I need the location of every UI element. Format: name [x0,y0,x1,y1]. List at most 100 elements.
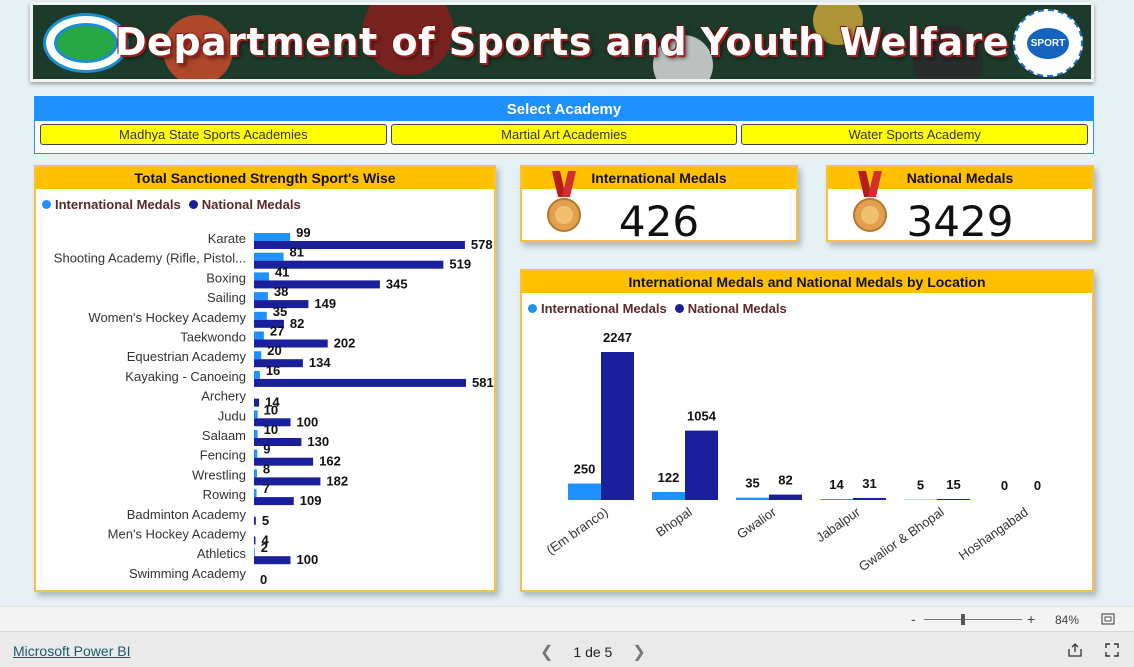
legend-label-international: International Medals [541,301,667,316]
academy-slicer: Select Academy Madhya State Sports Acade… [34,96,1094,154]
category-label: Badminton Academy [127,507,247,522]
data-label-international: 122 [658,470,680,485]
zoom-in-button[interactable]: + [1027,611,1035,627]
bar-national [254,241,465,249]
legend-dot-national [674,304,684,313]
category-label: Wrestling [192,467,246,482]
academy-slicer-title: Select Academy [35,97,1093,121]
data-label-national: 82 [778,473,792,488]
data-label-national: 162 [319,454,341,469]
data-label-international: 10 [264,422,278,437]
data-label-national: 519 [449,257,471,272]
legend-dot-international [528,304,537,313]
data-label-international: 20 [267,343,281,358]
zoom-slider-handle[interactable] [961,614,965,625]
page-navigation: ❮ 1 de 5 ❯ [540,642,646,662]
data-label-national: 182 [326,473,348,488]
academy-button-water-sports[interactable]: Water Sports Academy [741,124,1089,145]
data-label-international: 0 [1001,478,1008,493]
data-label-national: 0 [1034,478,1041,493]
previous-page-icon[interactable]: ❮ [540,642,553,662]
bar-national [601,352,634,500]
location-column-chart: 250 2247 (Em branco) 122 1054 Bhopal 35 82 Gwali… [544,330,1042,574]
bar-international [254,272,269,281]
data-label-national: 345 [386,276,408,291]
bar-international [254,311,267,320]
page-indicator: 1 de 5 [573,644,613,660]
data-label-international: 16 [266,363,280,378]
bar-international [254,351,262,360]
category-label: Salaam [202,428,246,443]
power-bi-link[interactable]: Microsoft Power BI [13,643,130,659]
category-label: Bhopal [653,504,695,540]
category-label: Jabalpur [813,504,863,545]
data-label-international: 2 [261,540,268,555]
zoom-level: 84% [1055,613,1080,627]
bar-international [254,331,264,340]
kpi-value-national: 3429 [906,197,1014,246]
zoom-out-button[interactable]: - [911,611,916,627]
sport-wise-bar-chart: Karate 99578Shooting Academy (Rifle, Pist… [54,225,494,587]
legend-dot-national [188,200,198,209]
report-canvas: Department of Sports and Youth Welfare S… [0,0,1134,606]
category-label: Hoshangabad [956,504,1031,563]
chart-legend: International Medals National Medals [42,197,301,212]
sport-wise-chart-card[interactable]: Total Sanctioned Strength Sport's Wise I… [34,165,496,592]
zoom-slider-track[interactable] [924,619,1022,620]
fullscreen-icon[interactable] [1105,643,1119,657]
bar-national [254,536,256,545]
data-label-national: 100 [296,414,318,429]
data-label-national: 109 [300,493,322,508]
bar-national [937,499,970,500]
bar-national [254,378,466,387]
data-label-national: 5 [262,513,269,528]
legend-label-international: International Medals [55,197,181,212]
data-label-international: 9 [263,442,270,457]
bar-national [254,398,260,407]
academy-button-martial-art[interactable]: Martial Art Academies [390,124,738,145]
data-label-international: 35 [273,304,287,319]
chart-legend: International Medals National Medals [528,301,787,316]
bar-international [254,233,291,241]
data-label-national: 100 [296,552,318,567]
data-label-international: 38 [274,284,288,299]
data-label-international: 7 [263,481,270,496]
data-label-national: 578 [471,237,493,252]
data-label-international: 81 [290,245,304,260]
share-icon[interactable] [1067,643,1083,657]
data-label-national: 130 [307,434,329,449]
bar-international [568,483,601,500]
next-page-icon[interactable]: ❯ [632,642,645,662]
category-label: Archery [201,389,246,404]
data-label-national: 82 [290,316,304,331]
bar-international [254,489,257,498]
bar-international [254,469,257,478]
bar-international [254,370,260,379]
legend-label-national: National Medals [201,197,301,212]
data-label-national: 31 [862,476,876,491]
category-label: Men's Hockey Academy [108,527,247,542]
data-label-national: 15 [946,477,960,492]
bar-international [254,292,268,301]
legend-label-national: National Medals [687,301,787,316]
category-label: Women's Hockey Academy [88,310,246,325]
fit-to-page-icon[interactable] [1101,613,1115,625]
category-label: Shooting Academy (Rifle, Pistol... [54,251,246,266]
category-label: Equestrian Academy [127,349,247,364]
bar-national [254,497,294,506]
category-label: Karate [208,231,246,246]
data-label-national: 134 [309,355,331,370]
category-label: Athletics [197,546,247,561]
bar-international [254,410,258,419]
data-label-national: 2247 [603,330,632,345]
bar-national [254,556,291,565]
category-label: Gwalior & Bhopal [856,504,947,574]
banner-title: Department of Sports and Youth Welfare [115,20,1009,64]
category-label: Fencing [200,448,246,463]
academy-button-madhya-state[interactable]: Madhya State Sports Academies [40,124,387,145]
bar-national [254,339,328,348]
medals-by-location-card[interactable]: International Medals and National Medals… [520,269,1094,592]
bar-international [652,491,685,500]
academy-slicer-buttons: Madhya State Sports Academies Martial Ar… [35,121,1093,148]
footer-bar: Microsoft Power BI ❮ 1 de 5 ❯ [0,631,1134,667]
